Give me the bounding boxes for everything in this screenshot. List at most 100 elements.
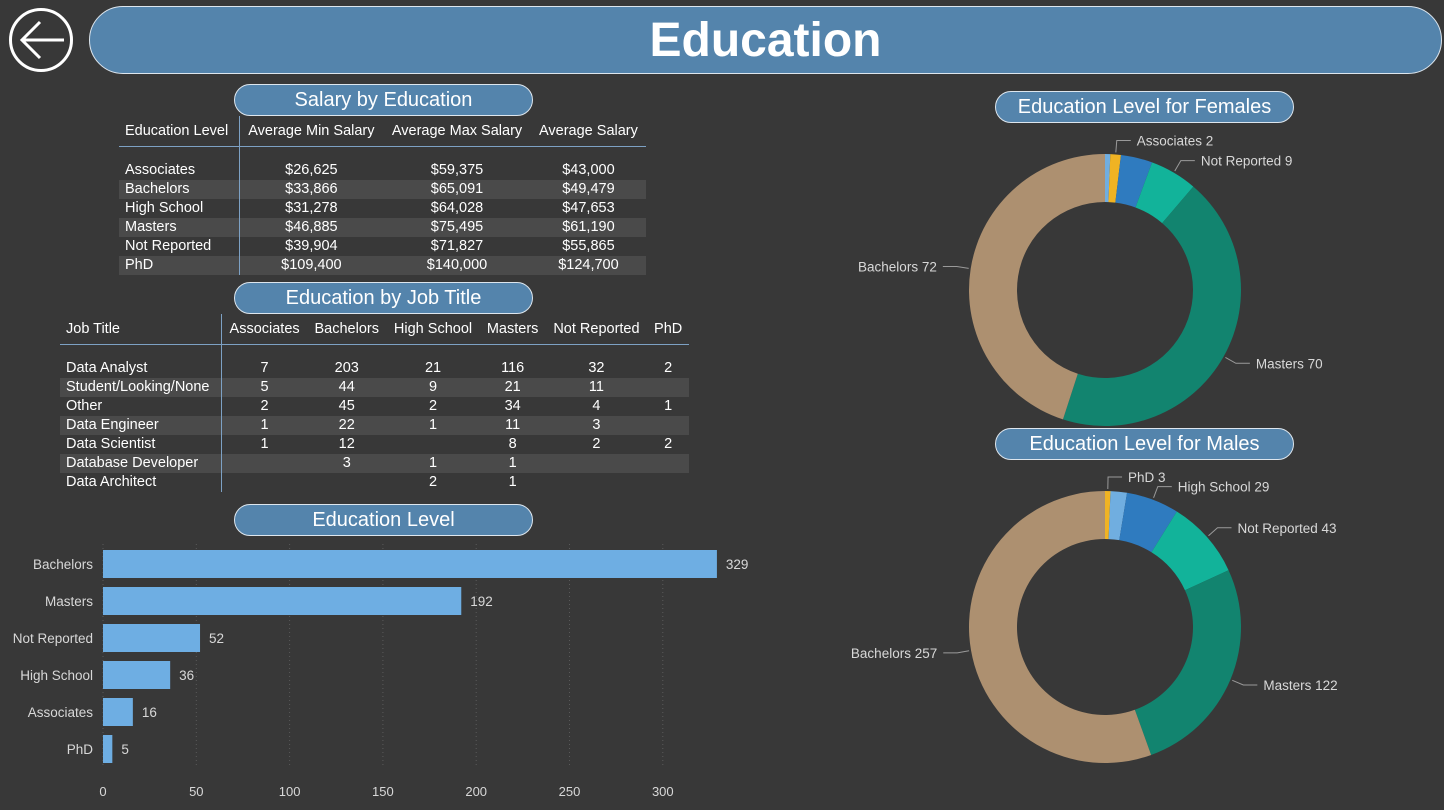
- table-cell: Not Reported: [119, 237, 240, 256]
- table-cell: 12: [338, 436, 355, 452]
- slice-data-label: PhD 3: [1128, 470, 1166, 485]
- bar[interactable]: [103, 661, 171, 689]
- leader-line: [1153, 486, 1172, 499]
- slice-data-label: Associates 2: [1137, 133, 1214, 148]
- table-cell: [221, 454, 308, 473]
- table-cell: 21: [424, 360, 442, 376]
- bar[interactable]: [103, 735, 113, 763]
- table-cell: 11: [545, 378, 648, 397]
- column-header[interactable]: High School: [386, 314, 480, 345]
- table-cell: 21: [479, 378, 546, 397]
- table-row: Data Scientist 1 12 8 2 2: [60, 435, 689, 454]
- table-cell: [307, 473, 386, 492]
- bar[interactable]: [103, 550, 717, 578]
- table-cell: 5: [221, 378, 308, 397]
- table-cell: Database Developer: [60, 454, 223, 473]
- table-cell: $26,625: [285, 162, 338, 178]
- table-cell: Data Scientist: [60, 435, 223, 454]
- table-row: Data Architect 2 1: [60, 473, 689, 492]
- table-cell: 2: [260, 398, 269, 414]
- x-tick-label: 150: [372, 784, 394, 799]
- education-level-bar-chart: 0 50 100 150 200 250 300 Bachelors 329 Masters 192…: [13, 544, 749, 799]
- slice-data-label: High School 29: [1178, 480, 1270, 495]
- table-cell: 1: [479, 454, 546, 473]
- male-education-donut-chart: PhD 3 High School 29 Not Reported 43 Master…: [851, 470, 1338, 763]
- column-header[interactable]: PhD: [647, 314, 689, 345]
- table-row: Database Developer 3 1 1: [60, 454, 689, 473]
- column-header[interactable]: Job Title: [60, 314, 223, 345]
- table-row: Other 2 45 2 34 4 1: [60, 397, 689, 416]
- slice-data-label: Masters 122: [1263, 678, 1337, 693]
- table-row: Masters $46,885 $75,495 $61,190: [119, 218, 646, 237]
- y-category-label: Associates: [28, 705, 94, 720]
- table-cell: [647, 454, 689, 473]
- table-cell: 1: [386, 454, 480, 473]
- y-category-label: PhD: [67, 742, 94, 757]
- table-cell: Data Engineer: [60, 416, 223, 435]
- table-cell: 34: [504, 398, 521, 414]
- table-cell: 2: [592, 436, 601, 452]
- salary-by-education-table: Education Level Average Min Salary Average…: [119, 116, 646, 275]
- column-header[interactable]: Masters: [479, 314, 546, 345]
- table-row: Associates $26,625 $59,375 $43,000: [119, 161, 646, 180]
- female-donut-title: Education Level for Females: [995, 91, 1294, 123]
- table-cell: 9: [386, 378, 480, 397]
- slice-data-label: Not Reported 9: [1201, 154, 1293, 169]
- table-cell: 2: [664, 436, 673, 452]
- table-cell: 1: [664, 398, 673, 414]
- slice-data-label: Not Reported 43: [1238, 521, 1337, 536]
- table-cell: [545, 454, 648, 473]
- table-cell: $65,091: [383, 180, 531, 199]
- bar-value-label: 329: [726, 557, 749, 572]
- column-header[interactable]: Average Min Salary: [239, 116, 384, 147]
- table-cell: $33,866: [239, 180, 384, 199]
- x-tick-label: 200: [465, 784, 487, 799]
- table-cell: 1: [221, 416, 308, 435]
- bar[interactable]: [103, 624, 201, 652]
- column-header[interactable]: Average Max Salary: [383, 116, 531, 147]
- x-tick-label: 250: [559, 784, 581, 799]
- leader-line: [1107, 476, 1123, 490]
- column-header[interactable]: Not Reported: [545, 314, 648, 345]
- table-cell: 3: [545, 416, 648, 435]
- table-cell: $61,190: [530, 218, 646, 237]
- table-row: Not Reported $39,904 $71,827 $55,865: [119, 237, 646, 256]
- leader-line: [1115, 139, 1131, 153]
- y-category-label: Not Reported: [13, 631, 93, 646]
- table-cell: 116: [501, 360, 525, 376]
- table-cell: 45: [338, 398, 355, 414]
- bar[interactable]: [103, 698, 133, 726]
- slice-data-label: Bachelors 257: [851, 646, 937, 661]
- table-cell: $59,375: [430, 162, 484, 178]
- table-cell: PhD: [119, 256, 240, 275]
- table-cell: 1: [386, 416, 480, 435]
- column-header[interactable]: Education Level: [119, 116, 240, 147]
- table-cell: [222, 473, 308, 492]
- table-cell: $39,904: [285, 238, 338, 254]
- table-cell: $49,479: [530, 180, 646, 199]
- table-cell: 1: [260, 436, 269, 452]
- table-cell: $47,653: [562, 200, 615, 216]
- column-header[interactable]: Bachelors: [307, 314, 387, 345]
- back-button[interactable]: [9, 8, 73, 72]
- table-cell: 1: [508, 474, 517, 490]
- bar-value-label: 192: [470, 594, 493, 609]
- y-category-label: Bachelors: [33, 557, 93, 572]
- slice-data-label: Bachelors 72: [858, 260, 937, 275]
- table-cell: Masters: [119, 218, 240, 237]
- salary-table-title: Salary by Education: [234, 84, 533, 116]
- column-header[interactable]: Average Salary: [530, 116, 646, 147]
- table-cell: $43,000: [562, 162, 615, 178]
- leader-line: [1232, 679, 1258, 686]
- donut-slice[interactable]: [1134, 570, 1241, 755]
- bar[interactable]: [103, 587, 462, 615]
- bar-value-label: 5: [121, 742, 129, 757]
- table-cell: 22: [307, 416, 387, 435]
- table-cell: 2: [428, 398, 438, 414]
- donut-slice[interactable]: [1062, 186, 1241, 426]
- column-header[interactable]: Associates: [221, 314, 308, 345]
- female-education-donut-chart: Associates 2 Not Reported 9 Masters 70 Bach…: [858, 133, 1323, 426]
- table-cell: Other: [60, 397, 223, 416]
- bar-value-label: 16: [142, 705, 157, 720]
- table-cell: 32: [588, 360, 605, 376]
